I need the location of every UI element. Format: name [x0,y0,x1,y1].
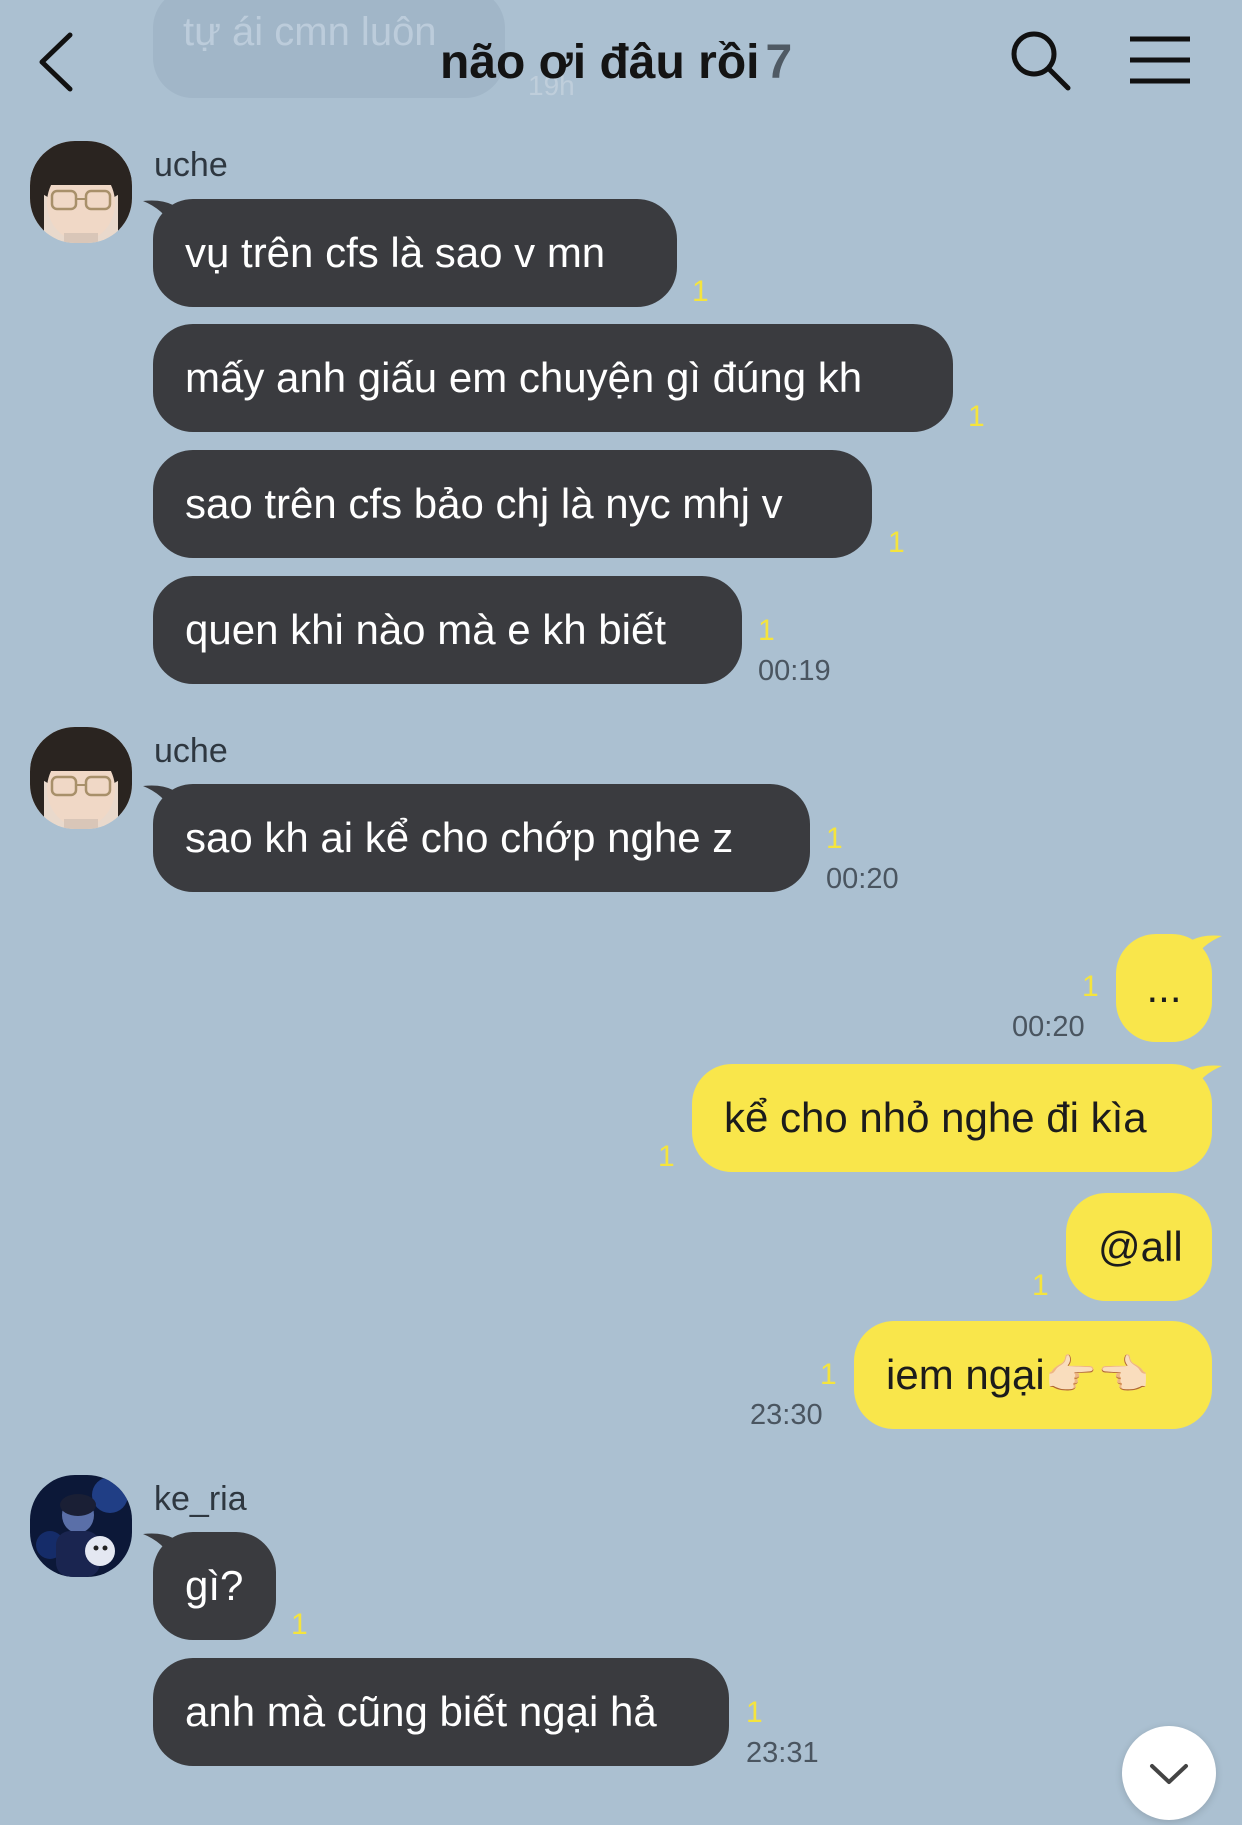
search-icon [1011,31,1071,91]
unread-count: 1 [291,1608,308,1641]
avatar-uche-image [30,141,132,243]
back-button[interactable] [30,25,100,100]
chat-header: não ơi đâu rồi 7 [0,0,1242,130]
hamburger-menu-icon [1130,36,1190,84]
chevron-down-icon [1150,1764,1188,1784]
message-bubble[interactable]: @all [1066,1193,1212,1301]
unread-count: 1 [820,1358,837,1391]
message-bubble[interactable]: anh mà cũng biết ngại hả [153,1658,729,1766]
chat-title: não ơi đâu rồi 7 [440,35,792,90]
message-time: 00:20 [1012,1011,1085,1043]
chevron-left-icon [39,32,73,92]
message-time: 00:19 [758,655,831,687]
search-button[interactable] [1008,28,1074,94]
unread-count: 1 [658,1140,675,1173]
menu-button[interactable] [1128,34,1192,86]
avatar-uche[interactable] [30,727,132,829]
message-time: 23:31 [746,1737,819,1769]
unread-count: 1 [888,526,905,559]
message-time: 00:20 [826,863,899,895]
unread-count: 1 [758,614,775,647]
avatar-uche-image [30,727,132,829]
member-count: 7 [765,36,793,89]
unread-count: 1 [968,400,985,433]
sender-name: uche [154,732,228,770]
message-bubble[interactable]: gì? [153,1532,276,1640]
scroll-to-bottom-button[interactable] [1122,1726,1216,1820]
unread-count: 1 [746,1696,763,1729]
message-bubble[interactable]: sao trên cfs bảo chj là nyc mhj v [153,450,872,558]
unread-count: 1 [1082,970,1099,1003]
unread-count: 1 [1032,1269,1049,1302]
message-bubble[interactable]: sao kh ai kể cho chớp nghe z [153,784,810,892]
chat-title-text: não ơi đâu rồi [440,36,760,89]
message-bubble[interactable]: vụ trên cfs là sao v mn [153,199,677,307]
message-bubble[interactable]: kể cho nhỏ nghe đi kìa [692,1064,1212,1172]
message-bubble[interactable]: mấy anh giấu em chuyện gì đúng kh [153,324,953,432]
avatar-ke-ria[interactable] [30,1475,132,1577]
avatar-ke-ria-image [30,1475,132,1577]
unread-count: 1 [692,275,709,308]
message-bubble[interactable]: quen khi nào mà e kh biết [153,576,742,684]
unread-count: 1 [826,822,843,855]
message-time: 23:30 [750,1399,823,1431]
avatar-uche[interactable] [30,141,132,243]
sender-name: ke_ria [154,1480,247,1518]
sender-name: uche [154,146,228,184]
message-bubble[interactable]: ... [1116,934,1212,1042]
message-bubble[interactable]: iem ngại👉🏻👈🏻 [854,1321,1212,1429]
